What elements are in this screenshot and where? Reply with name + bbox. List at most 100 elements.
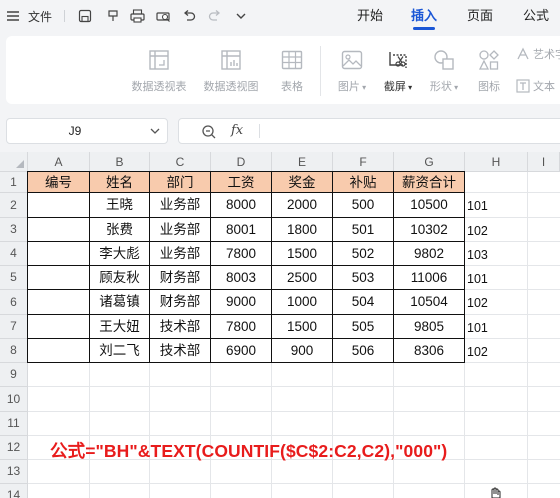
table-header-cell[interactable]: 部门 <box>150 171 211 193</box>
table-cell-h[interactable]: 102 <box>467 224 488 238</box>
table-cell-h[interactable]: 101 <box>467 272 488 286</box>
format-painter-icon[interactable] <box>104 0 122 32</box>
tab-formula[interactable]: 公式 <box>516 0 556 32</box>
column-header-f[interactable]: F <box>333 152 394 172</box>
table-cell-id[interactable] <box>27 193 90 218</box>
table-cell-allowance[interactable]: 500 <box>333 193 394 218</box>
table-cell-h[interactable]: 101 <box>467 199 488 213</box>
table-header-cell[interactable]: 编号 <box>27 171 90 193</box>
row-header-5[interactable]: 5 <box>0 266 28 290</box>
select-all-corner[interactable] <box>0 152 28 172</box>
column-header-g[interactable]: G <box>394 152 465 172</box>
undo-icon[interactable] <box>180 0 198 32</box>
table-cell-allowance[interactable]: 505 <box>333 315 394 339</box>
table-cell-h[interactable]: 102 <box>467 296 488 310</box>
table-cell-bonus[interactable]: 1000 <box>272 290 333 315</box>
table-cell-id[interactable] <box>27 242 90 266</box>
row-header-10[interactable]: 10 <box>0 387 28 412</box>
table-cell-name[interactable]: 张费 <box>90 218 150 242</box>
table-cell-salary[interactable]: 8000 <box>211 193 272 218</box>
row-header-7[interactable]: 7 <box>0 315 28 339</box>
more-dropdown-icon[interactable] <box>232 0 250 32</box>
table-header-cell[interactable]: 薪资合计 <box>394 171 465 193</box>
table-header-cell[interactable]: 工资 <box>211 171 272 193</box>
table-cell-dept[interactable]: 财务部 <box>150 290 211 315</box>
table-cell-id[interactable] <box>27 339 90 363</box>
table-cell-salary[interactable]: 7800 <box>211 242 272 266</box>
table-cell-h[interactable]: 103 <box>467 248 488 262</box>
row-header-6[interactable]: 6 <box>0 290 28 315</box>
table-cell-total[interactable]: 11006 <box>394 266 465 290</box>
row-header-9[interactable]: 9 <box>0 363 28 387</box>
table-cell-allowance[interactable]: 502 <box>333 242 394 266</box>
table-cell-h[interactable]: 101 <box>467 321 488 335</box>
table-cell-dept[interactable]: 技术部 <box>150 339 211 363</box>
print-preview-icon[interactable] <box>154 0 172 32</box>
table-cell-dept[interactable]: 业务部 <box>150 242 211 266</box>
table-cell-salary[interactable]: 9000 <box>211 290 272 315</box>
name-box-value[interactable]: J9 <box>7 119 143 143</box>
table-cell-name[interactable]: 顾友秋 <box>90 266 150 290</box>
row-header-14[interactable]: 14 <box>0 484 28 498</box>
menu-icon[interactable] <box>4 0 22 32</box>
file-menu[interactable]: 文件 <box>24 0 56 32</box>
print-icon[interactable] <box>128 0 146 32</box>
table-cell-bonus[interactable]: 2000 <box>272 193 333 218</box>
table-cell-name[interactable]: 王大妞 <box>90 315 150 339</box>
redo-icon[interactable] <box>206 0 224 32</box>
table-cell-bonus[interactable]: 900 <box>272 339 333 363</box>
table-cell-salary[interactable]: 7800 <box>211 315 272 339</box>
column-header-e[interactable]: E <box>272 152 333 172</box>
table-cell-id[interactable] <box>27 315 90 339</box>
table-cell-total[interactable]: 9805 <box>394 315 465 339</box>
icon-button[interactable]: 图标 <box>472 48 506 100</box>
table-cell-bonus[interactable]: 2500 <box>272 266 333 290</box>
table-cell-bonus[interactable]: 1500 <box>272 242 333 266</box>
row-header-1[interactable]: 1 <box>0 172 28 193</box>
formula-input[interactable]: fx <box>178 118 560 144</box>
table-cell-salary[interactable]: 6900 <box>211 339 272 363</box>
art-text-button[interactable]: 艺术字 <box>516 46 560 62</box>
table-cell-total[interactable]: 10500 <box>394 193 465 218</box>
column-header-a[interactable]: A <box>28 152 90 172</box>
textbox-button[interactable]: 文本 <box>516 78 555 94</box>
column-header-i[interactable]: I <box>528 152 560 172</box>
tab-home[interactable]: 开始 <box>350 0 390 32</box>
column-header-c[interactable]: C <box>150 152 211 172</box>
row-header-3[interactable]: 3 <box>0 218 28 242</box>
tab-insert[interactable]: 插入 <box>404 0 444 32</box>
screenshot-button[interactable]: 截屏 ▾ <box>378 48 418 100</box>
tab-page[interactable]: 页面 <box>460 0 500 32</box>
table-header-cell[interactable]: 奖金 <box>272 171 333 193</box>
row-header-4[interactable]: 4 <box>0 242 28 266</box>
pivot-table-button[interactable]: 数据透视表 <box>128 48 190 100</box>
table-cell-total[interactable]: 10302 <box>394 218 465 242</box>
table-cell-dept[interactable]: 财务部 <box>150 266 211 290</box>
row-header-11[interactable]: 11 <box>0 412 28 436</box>
column-header-d[interactable]: D <box>211 152 272 172</box>
table-cell-name[interactable]: 王晓 <box>90 193 150 218</box>
table-cell-total[interactable]: 10504 <box>394 290 465 315</box>
row-header-12[interactable]: 12 <box>0 436 28 460</box>
table-cell-allowance[interactable]: 504 <box>333 290 394 315</box>
table-header-cell[interactable]: 姓名 <box>90 171 150 193</box>
table-cell-bonus[interactable]: 1800 <box>272 218 333 242</box>
table-cell-name[interactable]: 诸葛镇 <box>90 290 150 315</box>
zoom-icon[interactable] <box>201 124 217 140</box>
fx-icon[interactable]: fx <box>231 119 243 143</box>
table-cell-total[interactable]: 9802 <box>394 242 465 266</box>
table-cell-allowance[interactable]: 506 <box>333 339 394 363</box>
column-header-b[interactable]: B <box>90 152 150 172</box>
table-button[interactable]: 表格 <box>274 48 310 100</box>
column-header-h[interactable]: H <box>465 152 528 172</box>
table-cell-salary[interactable]: 8001 <box>211 218 272 242</box>
table-cell-dept[interactable]: 技术部 <box>150 315 211 339</box>
table-cell-dept[interactable]: 业务部 <box>150 218 211 242</box>
spreadsheet-grid[interactable]: A B C D E F G H I 1 2 3 4 5 6 7 8 9 10 11 12 13 14 编号 姓名 部门 工资 奖金 补贴… <box>0 152 560 498</box>
table-cell-name[interactable]: 刘二飞 <box>90 339 150 363</box>
table-cell-id[interactable] <box>27 218 90 242</box>
table-cell-bonus[interactable]: 1500 <box>272 315 333 339</box>
chevron-down-icon[interactable] <box>149 125 161 137</box>
table-cell-total[interactable]: 8306 <box>394 339 465 363</box>
table-cell-dept[interactable]: 业务部 <box>150 193 211 218</box>
